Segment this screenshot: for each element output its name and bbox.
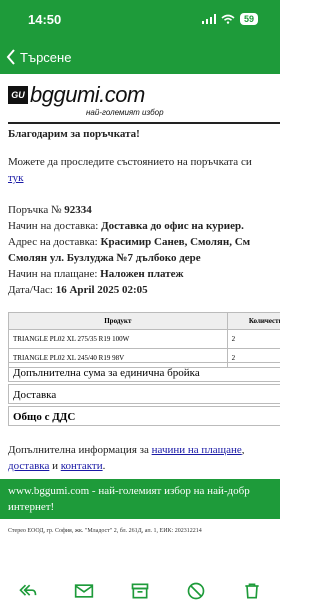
wifi-icon [221, 14, 235, 24]
trash-icon[interactable] [242, 581, 262, 601]
address-value-2: Смолян ул. Бузлуджа №7 дълбоко дере [8, 252, 201, 264]
order-label: Поръчка № [8, 204, 62, 216]
product-name: TRIANGLE PL02 XL 275/35 R19 100W [8, 329, 228, 349]
datetime-value: 16 April 2025 02:05 [55, 284, 148, 296]
chevron-left-icon [6, 49, 15, 65]
payment-line: Начин на плащане: Наложен платеж [8, 268, 184, 280]
track-text: Можете да проследите състоянието на поръ… [8, 156, 252, 168]
archive-icon[interactable] [130, 581, 150, 601]
table-row: TRIANGLE PL02 XL 275/35 R19 100W 2 [8, 329, 280, 349]
info-and: и [52, 460, 58, 472]
header-divider [8, 122, 280, 124]
products-table: Продукт Количество TRIANGLE PL02 XL 275/… [8, 312, 280, 368]
summary-delivery: Доставка [8, 384, 280, 404]
info-line-2: доставка и контакти. [8, 460, 106, 472]
payment-value: Наложен платеж [100, 268, 184, 280]
status-icons: 59 [201, 13, 258, 25]
delivery-line: Начин на доставка: Доставка до офис на к… [8, 220, 244, 232]
status-time: 14:50 [28, 12, 62, 27]
nav-bar: Търсене [0, 42, 280, 74]
logo-badge: GU [8, 86, 28, 104]
payment-label: Начин на плащане: [8, 268, 98, 280]
table-header-product: Продукт [8, 312, 228, 330]
status-bar: 14:50 59 [0, 0, 280, 42]
address-value-1: Красимир Санев, Смолян, См [100, 236, 251, 248]
email-content: GU bggumi.com най-големият избор Благода… [0, 74, 280, 574]
mail-icon[interactable] [74, 581, 94, 601]
block-icon[interactable] [186, 581, 206, 601]
thanks-heading: Благодарим за поръчката! [8, 128, 140, 140]
footer-line-1[interactable]: www.bggumi.com - най-големият избор на н… [8, 485, 250, 497]
product-quantity: 2 [226, 329, 280, 349]
mail-toolbar [0, 575, 280, 607]
delivery-method-label: Начин на доставка: [8, 220, 99, 232]
order-line: Поръчка № 92334 [8, 204, 92, 216]
footer-line-2: интернет! [8, 501, 55, 513]
company-info: Стерео ЕООД, гр. София, жк. "Младост" 2,… [8, 528, 202, 534]
payment-methods-link[interactable]: начини на плащане [152, 444, 242, 456]
contacts-link[interactable]: контакти [61, 460, 103, 472]
back-label: Търсене [20, 49, 72, 65]
delivery-method: Доставка до офис на куриер. [101, 220, 244, 232]
summary-extra: Допълнителна сума за единична бройка [8, 362, 280, 382]
address-label: Адрес на доставка: [8, 236, 98, 248]
track-link[interactable]: тук [8, 172, 24, 184]
reply-all-icon[interactable] [18, 581, 38, 601]
back-button[interactable]: Търсене [6, 49, 71, 65]
table-header-quantity: Количество [226, 312, 280, 330]
logo-text: bggumi.com [30, 82, 145, 107]
table-header-row: Продукт Количество [8, 312, 280, 330]
logo-tagline: най-големият избор [86, 108, 164, 117]
summary-total: Общо с ДДС [8, 406, 280, 426]
info-prefix: Допълнителна информация за [8, 444, 149, 456]
info-line-1: Допълнителна информация за начини на пла… [8, 444, 245, 456]
email-header: GU bggumi.com най-големият избор [8, 82, 280, 120]
delivery-link[interactable]: доставка [8, 460, 49, 472]
address-line: Адрес на доставка: Красимир Санев, Смоля… [8, 236, 250, 248]
order-number: 92334 [64, 204, 92, 216]
signal-icon [201, 14, 216, 24]
datetime-line: Дата/Час: 16 April 2025 02:05 [8, 284, 148, 296]
footer-banner: www.bggumi.com - най-големият избор на н… [0, 479, 280, 519]
datetime-label: Дата/Час: [8, 284, 53, 296]
battery-indicator: 59 [239, 13, 258, 25]
